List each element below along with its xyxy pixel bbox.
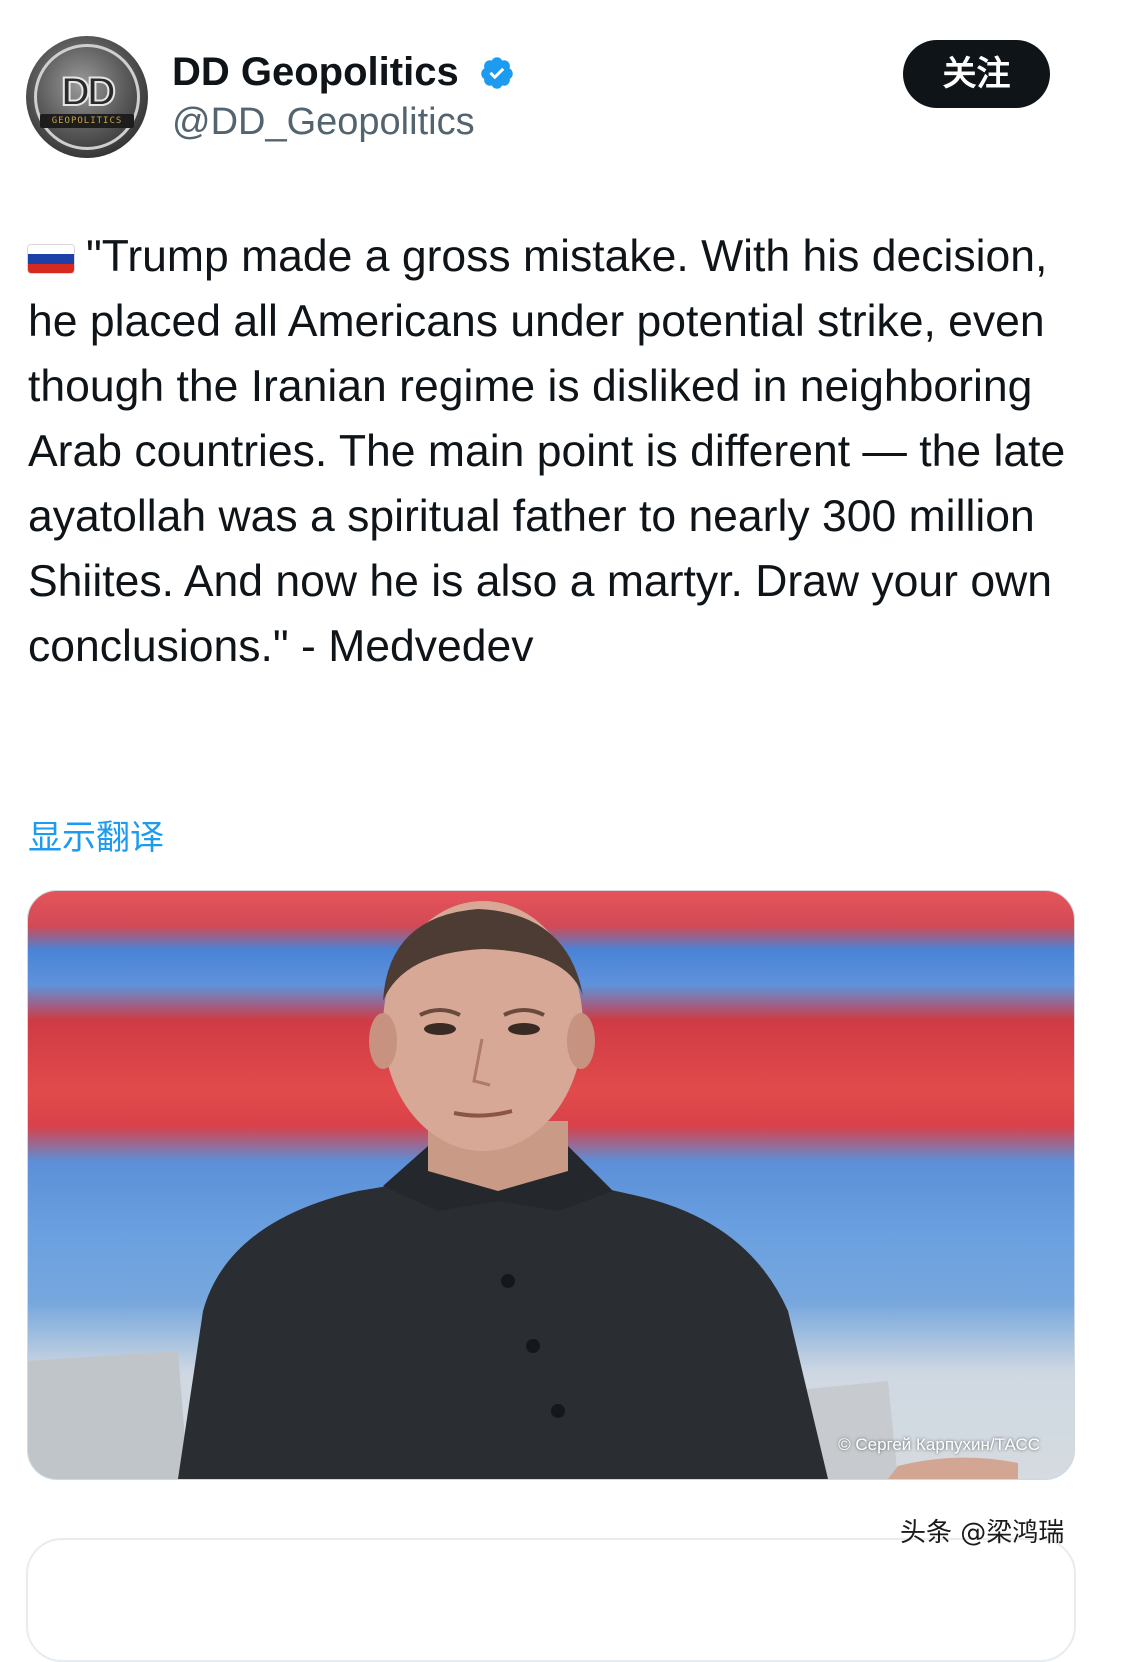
avatar[interactable]: DD GEOPOLITICS: [26, 36, 148, 158]
author-display-name[interactable]: DD Geopolitics: [172, 46, 459, 98]
avatar-monogram: DD: [60, 69, 117, 115]
source-watermark: 头条 @梁鸿瑞: [900, 1518, 1065, 1548]
tweet-photo[interactable]: © Сергей Карпухин/ТАСС: [27, 890, 1075, 1480]
show-translation-link[interactable]: 显示翻译: [28, 815, 164, 861]
verified-badge-icon: [481, 57, 513, 89]
tweet-text: "Trump made a gross mistake. With his de…: [28, 232, 1066, 671]
avatar-caption: GEOPOLITICS: [40, 114, 134, 128]
next-card-edge: [26, 1538, 1076, 1662]
photo-credit: © Сергей Карпухин/ТАСС: [838, 1435, 1040, 1454]
portrait-illustration: [28, 901, 1018, 1479]
follow-button[interactable]: 关注: [903, 40, 1050, 108]
author-handle[interactable]: @DD_Geopolitics: [172, 98, 475, 146]
